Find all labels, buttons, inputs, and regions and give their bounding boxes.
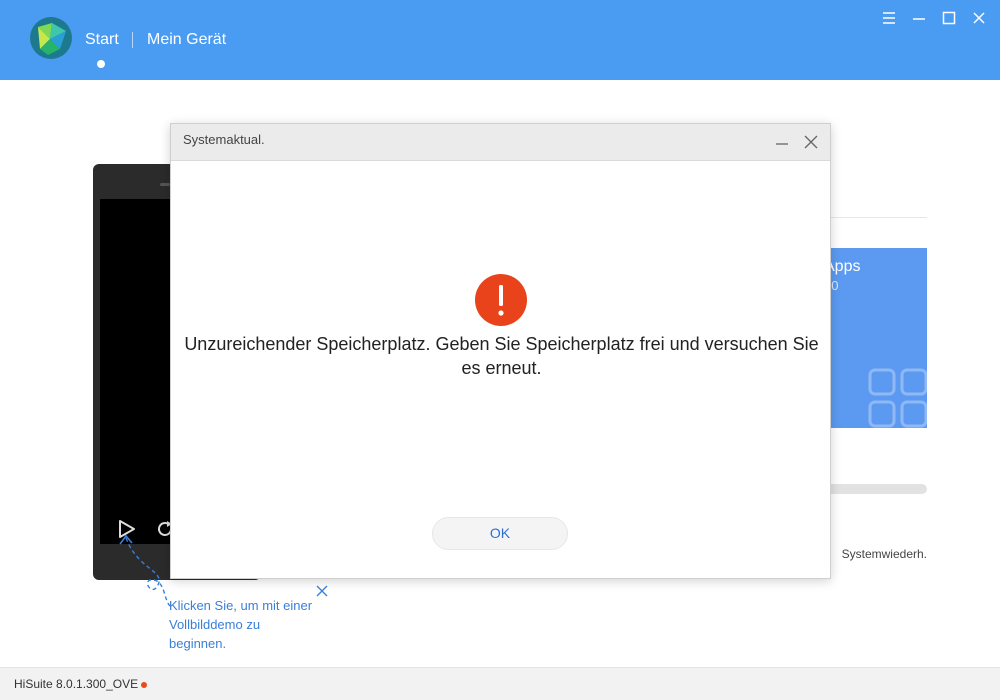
hisuite-logo xyxy=(30,17,72,59)
menu-icon[interactable] xyxy=(881,10,897,26)
app-header: Start Mein Gerät xyxy=(0,0,1000,80)
fullscreen-demo-hint: Klicken Sie, um mit einer Vollbilddemo z… xyxy=(169,598,313,651)
version-label: HiSuite 8.0.1.300_OVE xyxy=(14,677,148,691)
active-tab-indicator xyxy=(97,60,105,68)
close-icon[interactable] xyxy=(971,10,987,26)
update-dot-icon xyxy=(141,681,148,688)
hint-close-icon[interactable] xyxy=(315,584,329,598)
status-bar: HiSuite 8.0.1.300_OVE xyxy=(0,667,1000,700)
tab-start[interactable]: Start xyxy=(85,31,119,49)
apps-grid-icon xyxy=(868,368,927,428)
version-text: HiSuite 8.0.1.300_OVE xyxy=(14,677,139,691)
dialog-titlebar[interactable]: Systemaktual. xyxy=(171,124,830,161)
section-divider xyxy=(830,217,927,218)
maximize-icon[interactable] xyxy=(941,10,957,26)
warning-icon xyxy=(475,274,527,326)
minimize-icon[interactable] xyxy=(911,10,927,26)
nav-divider xyxy=(132,32,133,48)
phone-speaker xyxy=(160,183,170,186)
tab-my-device[interactable]: Mein Gerät xyxy=(147,31,226,49)
dialog-minimize-icon[interactable] xyxy=(775,136,789,150)
dialog-close-icon[interactable] xyxy=(803,134,819,150)
dialog-message: Unzureichender Speicherplatz. Geben Sie … xyxy=(184,334,819,378)
ok-button[interactable]: OK xyxy=(432,517,568,550)
dialog-title: Systemaktual. xyxy=(183,132,265,147)
system-restore-link[interactable]: Systemwiederh. xyxy=(842,547,927,561)
system-update-dialog: Systemaktual. Unzureichender Speicherpla… xyxy=(170,123,831,579)
